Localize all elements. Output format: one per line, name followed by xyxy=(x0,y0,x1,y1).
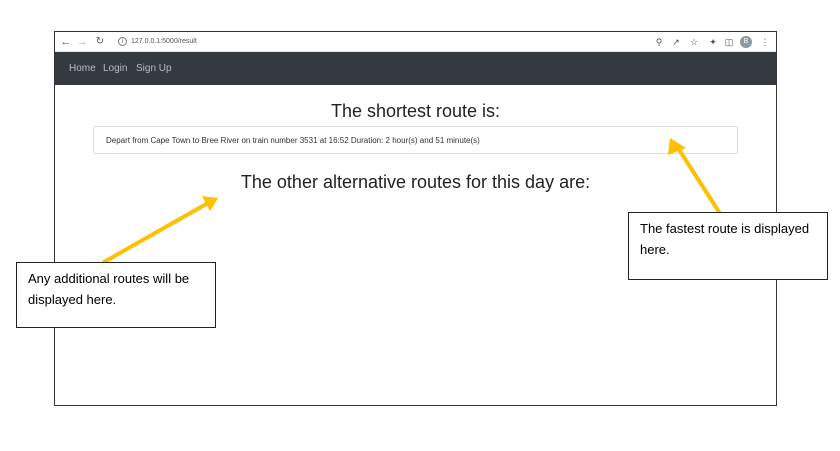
menu-icon[interactable]: ⋮ xyxy=(758,34,772,50)
fastest-route-callout: The fastest route is displayed here. xyxy=(628,212,828,280)
url-text: 127.0.0.1:5000/result xyxy=(131,38,197,45)
zoom-icon[interactable]: ⚲ xyxy=(652,34,666,50)
site-navbar: Home Login Sign Up xyxy=(55,52,776,85)
back-icon[interactable]: ← xyxy=(59,34,73,50)
extensions-icon[interactable]: ✦ xyxy=(706,34,720,50)
sidebar-icon[interactable]: ◫ xyxy=(722,34,736,50)
info-icon[interactable]: i xyxy=(118,36,127,46)
nav-signup-link[interactable]: Sign Up xyxy=(136,52,172,85)
shortest-route-card: Depart from Cape Town to Bree River on t… xyxy=(93,126,738,154)
nav-home-link[interactable]: Home xyxy=(69,52,96,85)
screenshot-stage: ← → ↻ i 127.0.0.1:5000/result ⚲ ↗ ☆ ✦ ◫ B… xyxy=(0,0,840,451)
alternative-routes-heading: The other alternative routes for this da… xyxy=(240,172,591,192)
additional-routes-callout: Any additional routes will be displayed … xyxy=(16,262,216,328)
nav-login-link[interactable]: Login xyxy=(103,52,127,85)
profile-avatar[interactable]: B xyxy=(740,36,752,48)
shortest-route-heading: The shortest route is: xyxy=(330,101,501,121)
share-icon[interactable]: ↗ xyxy=(669,34,683,50)
browser-toolbar: ← → ↻ i 127.0.0.1:5000/result ⚲ ↗ ☆ ✦ ◫ B… xyxy=(55,32,776,52)
address-bar[interactable]: i 127.0.0.1:5000/result xyxy=(118,35,197,49)
reload-icon[interactable]: ↻ xyxy=(93,34,107,50)
star-icon[interactable]: ☆ xyxy=(687,34,701,50)
forward-icon[interactable]: → xyxy=(75,34,89,50)
shortest-route-text: Depart from Cape Town to Bree River on t… xyxy=(106,136,480,145)
